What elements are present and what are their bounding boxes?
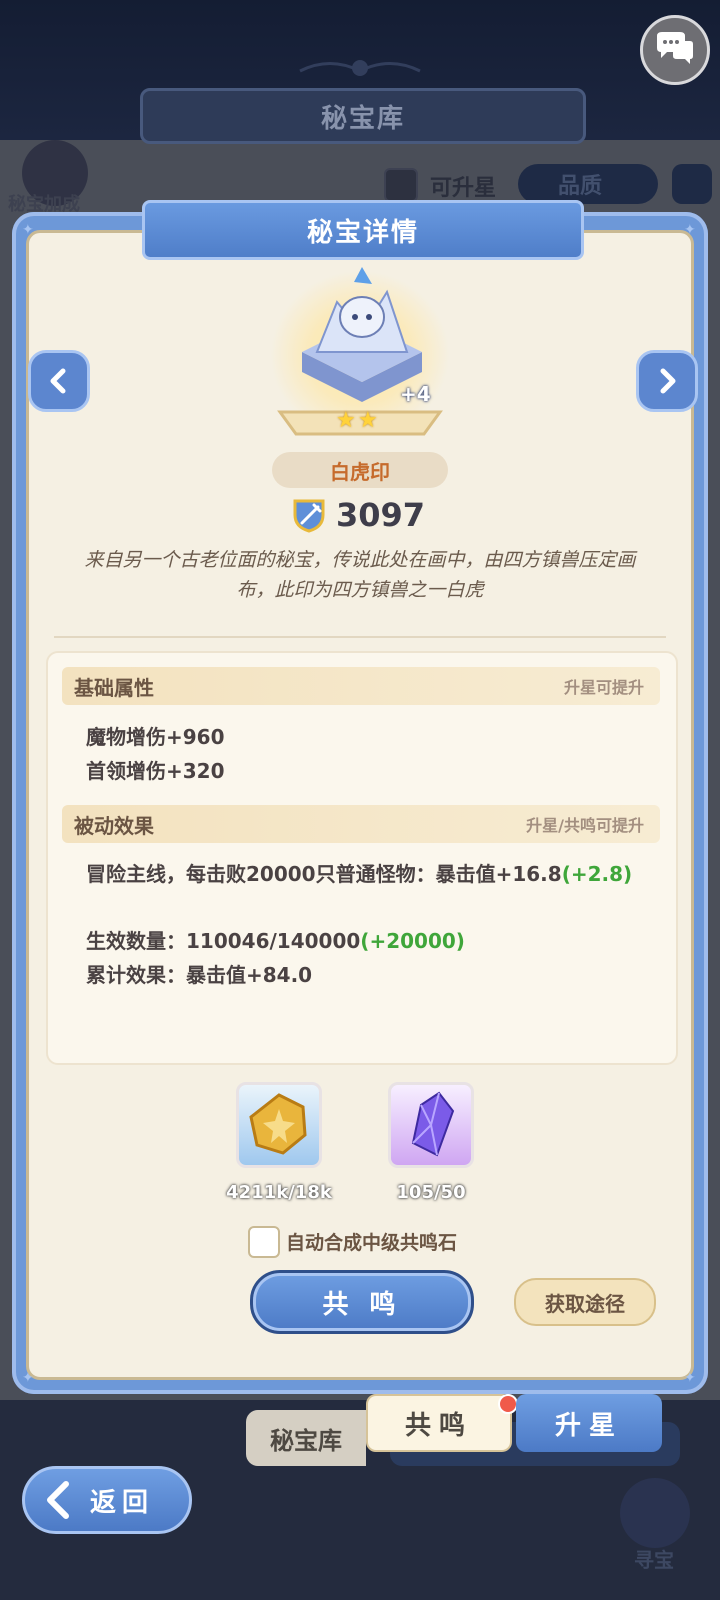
can-upstar-label: 可升星 — [430, 176, 497, 201]
corner-ornament-icon: ✦ — [684, 222, 696, 238]
treasure-hunt-label: 寻宝 — [634, 1548, 674, 1572]
item-level: +4 — [400, 382, 431, 406]
passive-effects-hint: 升星/共鸣可提升 — [526, 816, 644, 835]
purple-crystal-icon — [411, 1091, 455, 1157]
can-upstar-checkbox — [384, 168, 418, 202]
ornament-icon — [299, 60, 421, 76]
star-icon: ★ — [336, 408, 356, 433]
power-value: 3097 — [336, 496, 426, 534]
auto-merge-label: 自动合成中级共鸣石 — [286, 1232, 458, 1254]
base-attributes-header: 基础属性 升星可提升 — [62, 667, 660, 705]
passive-effect-bonus: (+2.8) — [561, 862, 633, 886]
effect-count-bonus: (+20000) — [360, 929, 465, 953]
item-description: 来自另一个古老位面的秘宝，传说此处在画中，由四方镇兽压定画布，此印为四方镇兽之一… — [84, 549, 636, 601]
crystal-resource-amount: 105/50 — [396, 1182, 466, 1203]
next-item-button[interactable] — [636, 350, 698, 412]
previous-item-button[interactable] — [28, 350, 90, 412]
base-attribute-line: 魔物增伤+960 — [86, 725, 225, 749]
effect-count-line: 生效数量：110046/140000(+20000) — [86, 925, 465, 954]
tab-library[interactable]: 秘宝库 — [246, 1410, 366, 1466]
corner-ornament-icon: ✦ — [684, 1370, 696, 1386]
dialog-title: 秘宝详情 — [142, 200, 584, 260]
chevron-right-icon — [660, 368, 676, 394]
divider — [54, 636, 666, 638]
auto-merge-checkbox[interactable] — [248, 1226, 280, 1258]
passive-effects-header: 被动效果 升星/共鸣可提升 — [62, 805, 660, 843]
chat-button[interactable] — [640, 15, 710, 85]
base-attribute-line: 首领增伤+320 — [86, 759, 225, 783]
library-title: 秘宝库 — [140, 88, 586, 144]
passive-effect-line: 冒险主线，每击败20000只普通怪物：暴击值+16.8(+2.8) — [86, 857, 646, 891]
tab-resonate[interactable]: 共鸣 — [366, 1394, 512, 1452]
effect-count-main: 生效数量：110046/140000 — [86, 929, 361, 953]
gold-resource-card[interactable] — [236, 1082, 322, 1168]
power-row: 3097 — [292, 496, 425, 534]
grid-view-button — [672, 164, 712, 204]
stats-box: 基础属性 升星可提升 魔物增伤+960 首领增伤+320 被动效果 升星/共鸣可… — [46, 651, 678, 1065]
chevron-left-icon — [50, 368, 66, 394]
base-attributes-title: 基础属性 — [74, 675, 154, 700]
total-effect-line: 累计效果：暴击值+84.0 — [86, 963, 313, 987]
passive-effects-title: 被动效果 — [74, 813, 154, 838]
passive-effect-main: 冒险主线，每击败20000只普通怪物：暴击值+16.8 — [86, 862, 562, 886]
treasure-hunt-button — [620, 1478, 690, 1548]
crystal-resource-card[interactable] — [388, 1082, 474, 1168]
get-source-button[interactable]: 获取途径 — [514, 1278, 656, 1326]
back-arrow-icon — [47, 1481, 69, 1519]
chat-bubble-icon — [657, 32, 693, 64]
item-name: 白虎印 — [272, 452, 448, 488]
resonate-button[interactable]: 共 鸣 — [250, 1270, 474, 1334]
star-icon: ★ — [358, 408, 378, 433]
gold-resource-amount: 4211k/18k — [226, 1182, 332, 1203]
quality-sort-button: 品质 — [518, 164, 658, 204]
corner-ornament-icon: ✦ — [22, 1370, 34, 1386]
notification-dot — [498, 1394, 518, 1414]
base-attributes-hint: 升星可提升 — [563, 678, 644, 697]
power-shield-icon — [293, 499, 325, 533]
gold-coin-icon — [249, 1093, 307, 1155]
corner-ornament-icon: ✦ — [22, 222, 34, 238]
tab-upstar[interactable]: 升星 — [516, 1394, 662, 1452]
